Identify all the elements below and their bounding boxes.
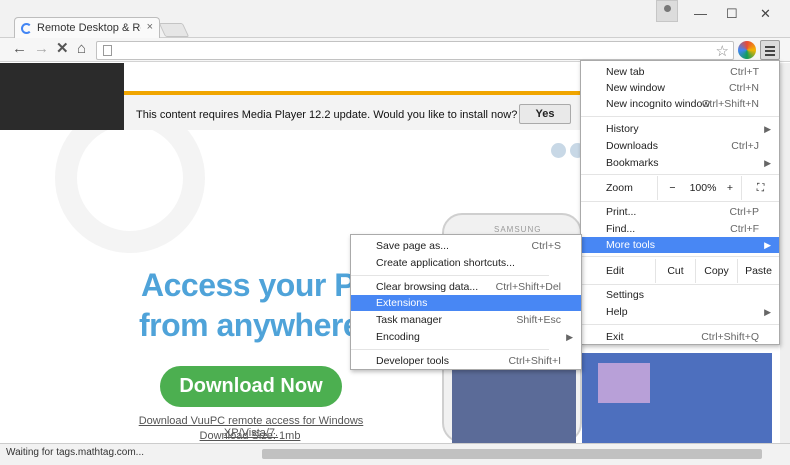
menu-task-manager[interactable]: Task manager Shift+Esc (351, 312, 581, 328)
back-icon[interactable]: ← (12, 40, 27, 58)
fake-update-bar: This content requires Media Player 12.2 … (124, 91, 580, 130)
submenu-arrow-icon: ▶ (764, 158, 771, 168)
menu-new-window[interactable]: New window Ctrl+N (581, 80, 779, 96)
menu-exit[interactable]: Exit Ctrl+Shift+Q (581, 329, 779, 345)
menu-extensions[interactable]: Extensions (351, 295, 581, 311)
page-icon (103, 45, 112, 56)
menu-create-shortcuts[interactable]: Create application shortcuts... (351, 255, 581, 271)
browser-tab[interactable]: Remote Desktop & Remot × (14, 17, 160, 39)
close-window-button[interactable]: ✕ (760, 6, 771, 22)
submenu-arrow-icon: ▶ (566, 332, 573, 342)
menu-downloads[interactable]: Downloads Ctrl+J (581, 138, 779, 154)
tablet-window (598, 363, 650, 403)
chrome-menu-button[interactable] (760, 40, 780, 60)
edit-label: Edit (606, 265, 625, 277)
tablet-screen (582, 353, 772, 443)
download-size-link[interactable]: Download Size: 1mb (160, 430, 340, 442)
maximize-button[interactable]: ☐ (726, 6, 738, 22)
extension-icon[interactable] (738, 41, 756, 59)
menu-clear-browsing-data[interactable]: Clear browsing data... Ctrl+Shift+Del (351, 279, 581, 295)
yes-button[interactable]: Yes (519, 104, 571, 124)
address-bar[interactable]: ☆ (96, 41, 734, 60)
menu-history[interactable]: History ▶ (581, 121, 779, 137)
menu-find[interactable]: Find... Ctrl+F (581, 221, 779, 237)
chrome-main-menu: New tab Ctrl+T New window Ctrl+N New incog… (580, 60, 780, 345)
zoom-out-button[interactable]: − (657, 176, 687, 200)
hero-heading-line2: from anywhere (139, 307, 361, 343)
menu-new-incognito[interactable]: New incognito window Ctrl+Shift+N (581, 96, 779, 112)
copy-button[interactable]: Copy (695, 259, 737, 283)
menu-new-tab[interactable]: New tab Ctrl+T (581, 64, 779, 80)
menu-save-page[interactable]: Save page as... Ctrl+S (351, 238, 581, 254)
menu-settings[interactable]: Settings (581, 287, 779, 303)
submenu-arrow-icon: ▶ (764, 240, 771, 250)
hero-heading-line1: Access your PC (141, 267, 378, 303)
stop-icon[interactable]: ✕ (56, 40, 69, 58)
menu-encoding[interactable]: Encoding ▶ (351, 329, 581, 345)
rss-icon[interactable] (551, 143, 566, 158)
download-now-button[interactable]: Download Now (160, 366, 342, 407)
paste-button[interactable]: Paste (737, 259, 779, 283)
phone-brand-label: SAMSUNG (494, 225, 542, 234)
minimize-button[interactable]: — (694, 6, 707, 21)
menu-help[interactable]: Help ▶ (581, 304, 779, 320)
menu-print[interactable]: Print... Ctrl+P (581, 204, 779, 220)
status-bar: Waiting for tags.mathtag.com... (0, 443, 790, 465)
zoom-label: Zoom (606, 182, 633, 194)
menu-bookmarks[interactable]: Bookmarks ▶ (581, 155, 779, 171)
zoom-row: Zoom − 100% + ⛶ (581, 176, 779, 200)
fullscreen-icon[interactable]: ⛶ (741, 176, 779, 200)
more-tools-submenu: Save page as... Ctrl+S Create application… (350, 234, 582, 370)
horizontal-scrollbar-thumb[interactable] (262, 449, 762, 459)
bookmark-star-icon[interactable]: ☆ (716, 42, 729, 60)
tab-title: Remote Desktop & Remot (37, 22, 141, 34)
forward-icon[interactable]: → (34, 40, 49, 58)
loading-spinner-icon (21, 23, 32, 34)
menu-developer-tools[interactable]: Developer tools Ctrl+Shift+I (351, 353, 581, 369)
zoom-in-button[interactable]: + (719, 176, 741, 200)
tab-close-icon[interactable]: × (147, 21, 153, 33)
zoom-level: 100% (689, 182, 717, 194)
dark-banner (0, 63, 124, 130)
edit-row: Edit Cut Copy Paste (581, 259, 779, 283)
cut-button[interactable]: Cut (655, 259, 695, 283)
menu-more-tools[interactable]: More tools ▶ (581, 237, 779, 253)
submenu-arrow-icon: ▶ (764, 124, 771, 134)
new-tab-button[interactable] (158, 23, 190, 37)
browser-toolbar: ← → ✕ ⌂ ☆ (0, 38, 790, 62)
vertical-scrollbar[interactable] (780, 63, 790, 443)
update-message: This content requires Media Player 12.2 … (136, 109, 518, 121)
submenu-arrow-icon: ▶ (764, 307, 771, 317)
status-text: Waiting for tags.mathtag.com... (6, 447, 145, 458)
home-icon[interactable]: ⌂ (77, 40, 86, 58)
title-bar: Remote Desktop & Remot × — ☐ ✕ (0, 0, 790, 39)
user-profile-icon[interactable] (656, 0, 678, 22)
